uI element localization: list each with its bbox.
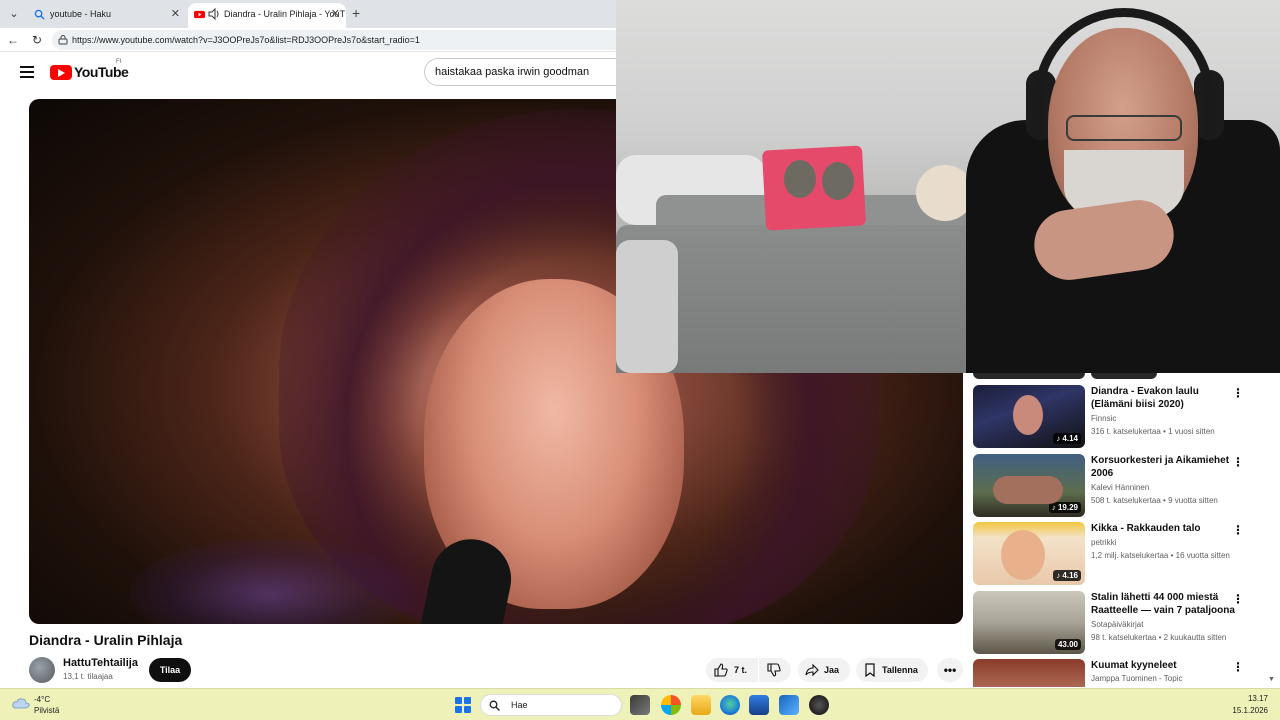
recommendation-item[interactable]: Kuumat kyyneleet Jamppa Tuominen - Topic… — [973, 659, 1268, 687]
tab-close-icon[interactable]: ✕ — [171, 3, 180, 25]
recommendation-thumbnail[interactable]: ♪ 4.14 — [973, 385, 1085, 448]
webcam-overlay — [616, 0, 1280, 373]
windows-start-icon[interactable] — [455, 697, 471, 713]
recommendation-chip-edge — [1091, 373, 1157, 379]
dislike-button[interactable] — [759, 658, 791, 682]
subscriber-count: 13,1 t. tilaajaa — [63, 672, 113, 681]
subscribe-button[interactable]: Tilaa — [149, 658, 191, 682]
bookmark-icon — [865, 663, 875, 677]
save-label: Tallenna — [882, 665, 918, 675]
url-text: https://www.youtube.com/watch?v=J3OOPreJ… — [72, 35, 420, 45]
video-duration: ♪ 4.14 — [1053, 433, 1081, 444]
taskbar-search[interactable]: Hae — [480, 694, 622, 716]
youtube-logo[interactable]: YouTube FI — [50, 59, 129, 80]
video-title: Diandra - Uralin Pihlaja — [29, 632, 183, 648]
recommendation-meta: 316 t. katselukertaa • 1 vuosi sitten — [1091, 427, 1215, 436]
recommendation-item[interactable]: ♪ 4.16 Kikka - Rakkauden talo petrikki 1… — [973, 522, 1268, 586]
recommendation-title[interactable]: Korsuorkesteri ja Aikamiehet 2006 — [1091, 454, 1241, 480]
clock-time[interactable]: 13.17 — [1248, 694, 1268, 703]
microsoft-store-icon[interactable] — [749, 695, 769, 715]
recommendation-meta: 1,2 milj. katselukertaa • 16 vuotta sitt… — [1091, 551, 1230, 560]
recommendation-title[interactable]: Kuumat kyyneleet — [1091, 659, 1241, 672]
edge-browser-icon[interactable] — [720, 695, 740, 715]
reload-icon[interactable]: ↻ — [28, 31, 46, 49]
recommendation-channel[interactable]: Finnsic — [1091, 414, 1116, 423]
recommendation-thumbnail[interactable]: ♪ 19.29 — [973, 454, 1085, 517]
task-view-icon[interactable] — [630, 695, 650, 715]
youtube-favicon-icon — [194, 10, 205, 19]
search-favicon-icon — [34, 9, 45, 20]
recommendation-channel[interactable]: petrikki — [1091, 538, 1116, 547]
tab-search-chevron-icon[interactable]: ⌄ — [6, 6, 22, 22]
kebab-menu-icon[interactable]: ⋮ — [1231, 522, 1245, 538]
save-button[interactable]: Tallenna — [856, 658, 928, 682]
video-duration: ♪ 19.29 — [1048, 502, 1081, 513]
youtube-play-logo-icon — [50, 64, 72, 80]
weather-temperature[interactable]: -4°C — [34, 695, 50, 704]
scrollbar-down-arrow-icon[interactable]: ▼ — [1268, 676, 1275, 683]
recommendation-channel[interactable]: Kalevi Hänninen — [1091, 483, 1149, 492]
copilot-icon[interactable] — [661, 695, 681, 715]
like-count: 7 t. — [734, 665, 748, 675]
tab-youtube-haku[interactable]: youtube - Haku ✕ — [28, 3, 186, 28]
search-icon — [489, 700, 500, 711]
outlook-icon[interactable] — [779, 695, 799, 715]
search-input[interactable]: haistakaa paska irwin goodman — [424, 58, 624, 86]
recommendation-meta: 98 t. katselukertaa • 2 kuukautta sitten — [1091, 633, 1227, 642]
recommendation-item[interactable]: 43.00 Stalin lähetti 44 000 miestä Raatt… — [973, 591, 1268, 655]
clock-date[interactable]: 15.1.2026 — [1232, 706, 1268, 715]
recommendation-title[interactable]: Kikka - Rakkauden talo — [1091, 522, 1241, 535]
cloud-icon[interactable] — [12, 697, 30, 709]
recommendation-channel[interactable]: Sotapäiväkirjat — [1091, 620, 1143, 629]
windows-taskbar: -4°C Pilvistä Hae 13.17 15.1.2026 — [0, 688, 1280, 720]
recommendation-item[interactable]: ♪ 19.29 Korsuorkesteri ja Aikamiehet 200… — [973, 454, 1268, 518]
thumbs-down-icon — [767, 663, 781, 677]
share-arrow-icon — [805, 663, 819, 677]
site-info-icon[interactable] — [58, 35, 68, 45]
file-explorer-icon[interactable] — [691, 695, 711, 715]
recommendation-title[interactable]: Diandra - Evakon laulu (Elämäni biisi 20… — [1091, 385, 1241, 411]
app-with-notification-icon[interactable] — [809, 695, 829, 715]
webcam-fluffy-pillow — [616, 240, 678, 373]
recommendation-item[interactable]: ♪ 4.14 Diandra - Evakon laulu (Elämäni b… — [973, 385, 1268, 449]
recommendation-thumbnail[interactable] — [973, 659, 1085, 687]
kebab-menu-icon[interactable]: ⋮ — [1231, 385, 1245, 401]
tab-diandra-video[interactable]: Diandra - Uralin Pihlaja - YouT ✕ — [188, 3, 346, 28]
back-arrow-icon[interactable]: ← — [4, 31, 22, 49]
like-button[interactable]: 7 t. — [706, 658, 758, 682]
tab-title: youtube - Haku — [50, 9, 112, 19]
country-code: FI — [116, 59, 122, 65]
recommendation-channel[interactable]: Jamppa Tuominen - Topic — [1091, 674, 1182, 683]
taskbar-search-placeholder: Hae — [511, 700, 528, 710]
webcam-owl-print — [822, 162, 854, 200]
recommendation-title[interactable]: Stalin lähetti 44 000 miestä Raatteelle … — [1091, 591, 1241, 617]
share-button[interactable]: Jaa — [798, 658, 850, 682]
webcam-glasses — [1066, 115, 1182, 141]
tab-close-icon[interactable]: ✕ — [331, 3, 340, 25]
recommendation-meta: 508 t. katselukertaa • 9 vuotta sitten — [1091, 496, 1218, 505]
recommendation-thumbnail-edge — [973, 373, 1085, 379]
recommendation-thumbnail[interactable]: ♪ 4.16 — [973, 522, 1085, 585]
thumbs-up-icon — [714, 663, 728, 677]
youtube-logo-text: YouTube — [74, 64, 129, 80]
kebab-menu-icon[interactable]: ⋮ — [1231, 454, 1245, 470]
weather-condition[interactable]: Pilvistä — [34, 706, 59, 715]
more-actions-icon[interactable]: ••• — [937, 658, 963, 682]
search-query-text: haistakaa paska irwin goodman — [435, 66, 590, 78]
video-duration: ♪ 4.16 — [1053, 570, 1081, 581]
tab-title: Diandra - Uralin Pihlaja - YouT — [224, 9, 346, 19]
video-duration: 43.00 — [1054, 639, 1081, 650]
share-label: Jaa — [824, 665, 840, 675]
webcam-owl-print — [784, 160, 816, 198]
kebab-menu-icon[interactable]: ⋮ — [1231, 659, 1245, 675]
audio-playing-icon[interactable] — [208, 8, 220, 20]
new-tab-icon[interactable]: + — [352, 4, 360, 22]
channel-avatar[interactable] — [29, 657, 55, 683]
hamburger-menu-icon[interactable] — [20, 66, 34, 78]
channel-name[interactable]: HattuTehtailija — [63, 657, 138, 669]
recommendation-thumbnail[interactable]: 43.00 — [973, 591, 1085, 654]
kebab-menu-icon[interactable]: ⋮ — [1231, 591, 1245, 607]
